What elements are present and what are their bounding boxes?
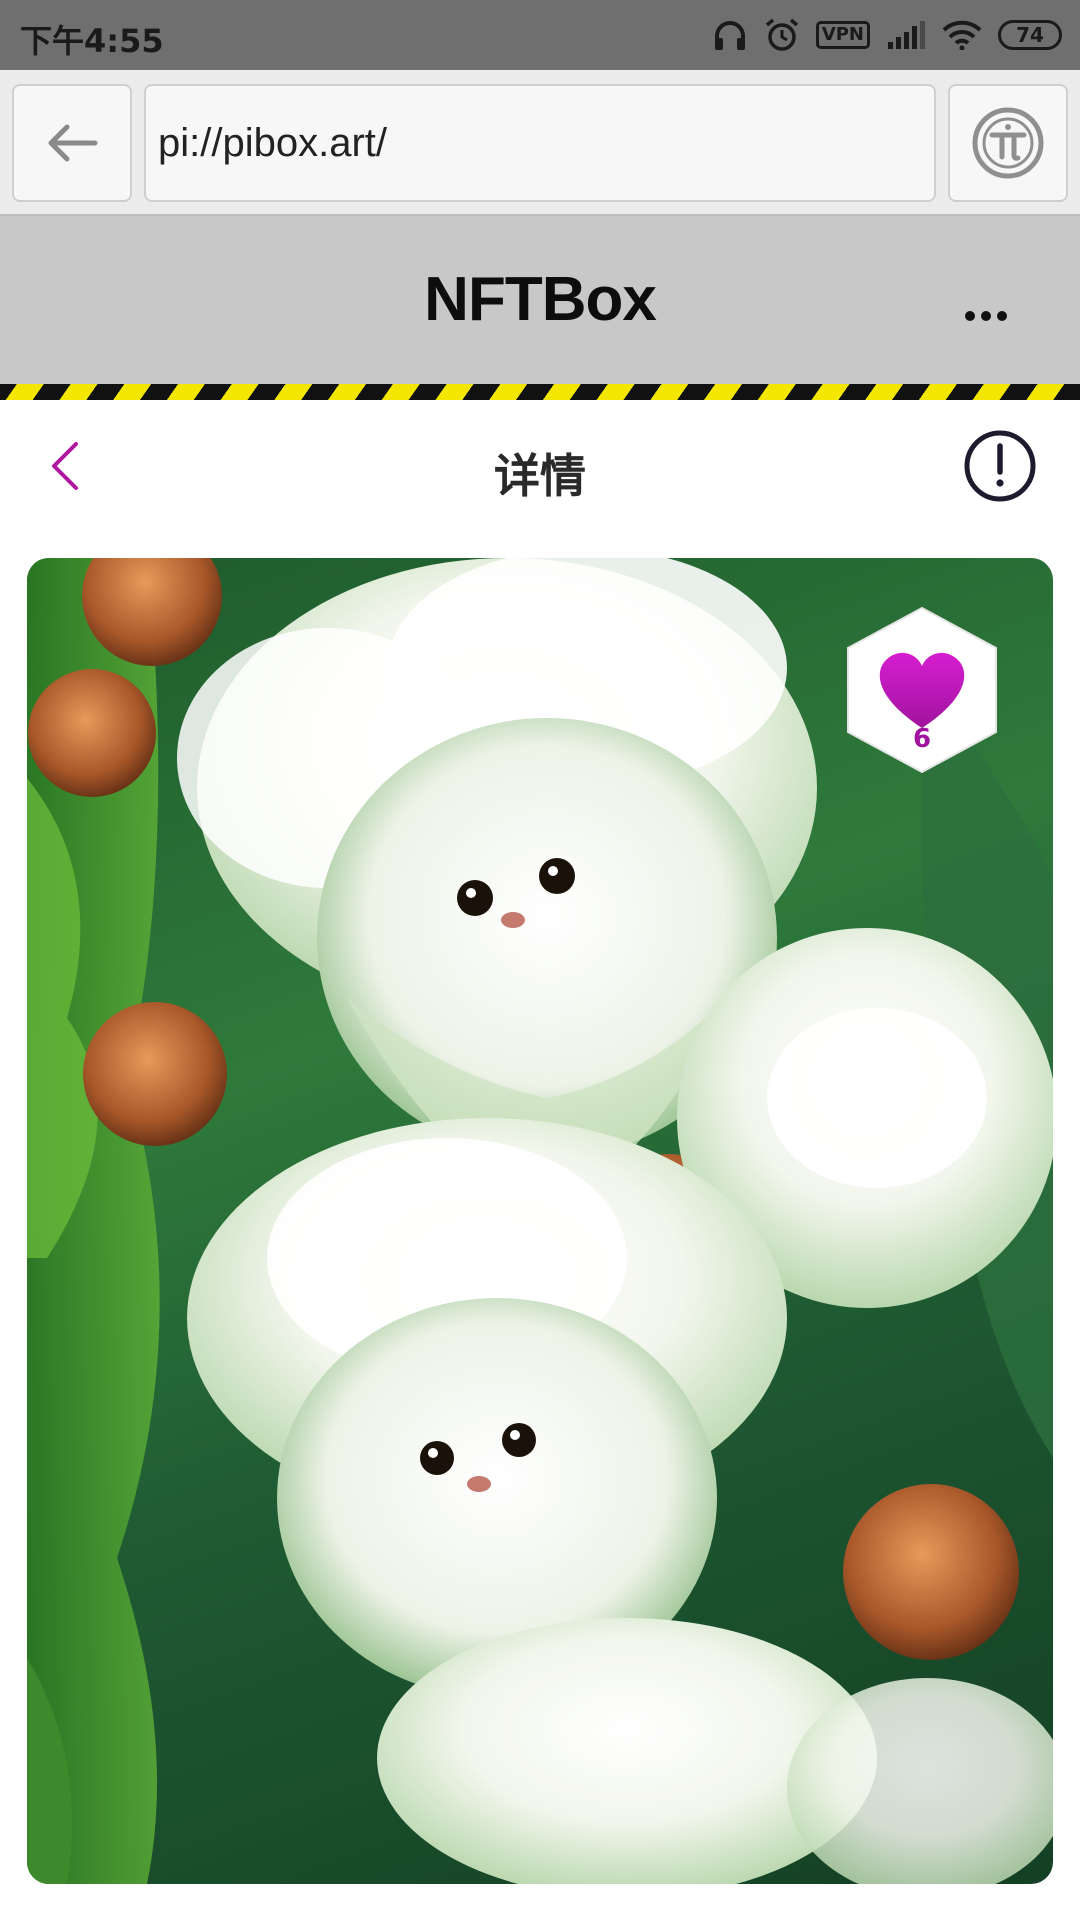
url-text: pi://pibox.art/ xyxy=(158,120,388,165)
cellular-signal-icon xyxy=(888,21,925,49)
battery-level: 74 xyxy=(1016,23,1044,47)
hazard-stripe-divider xyxy=(0,384,1080,400)
url-bar[interactable]: pi://pibox.art/ xyxy=(144,84,936,202)
status-bar: 下午4:55 VPN 74 xyxy=(0,0,1080,70)
alarm-icon xyxy=(765,18,798,51)
status-icons: VPN 74 xyxy=(712,12,1062,58)
pi-menu-button[interactable] xyxy=(948,84,1068,202)
page-title: 详情 xyxy=(494,449,586,503)
app-title: NFTBox xyxy=(424,265,657,334)
more-horizontal-icon[interactable] xyxy=(964,308,1008,324)
wifi-icon xyxy=(942,20,982,50)
vpn-badge: VPN xyxy=(815,21,870,49)
browser-back-button[interactable] xyxy=(12,84,132,202)
app-header: NFTBox xyxy=(0,216,1080,384)
pi-logo-icon xyxy=(972,107,1044,179)
page-header: 详情 xyxy=(0,400,1080,530)
like-count: 6 xyxy=(912,724,932,754)
battery-indicator: 74 xyxy=(998,20,1062,50)
headphones-icon xyxy=(714,21,745,50)
status-time: 下午4:55 xyxy=(20,22,164,60)
browser-toolbar: pi://pibox.art/ xyxy=(0,70,1080,216)
arrow-left-icon xyxy=(48,124,98,162)
info-circle-icon[interactable] xyxy=(962,428,1038,504)
